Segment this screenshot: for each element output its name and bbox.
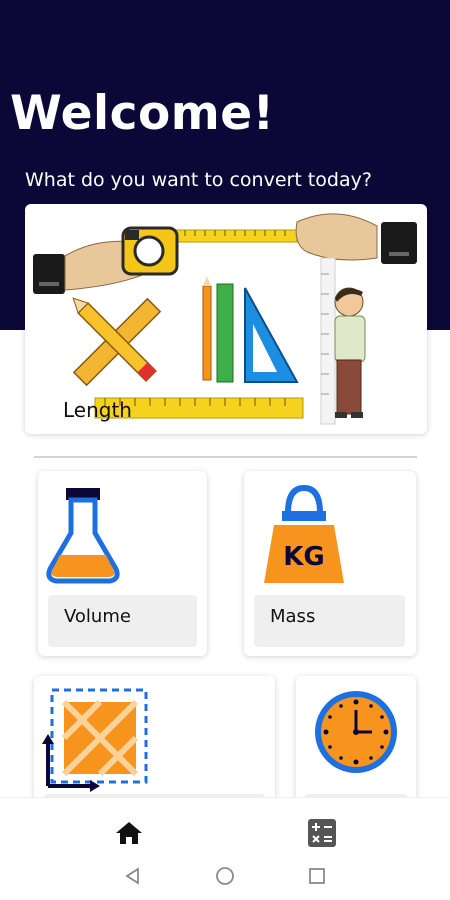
- system-back-button[interactable]: [118, 864, 148, 888]
- page-title: Welcome!: [10, 86, 275, 141]
- nav-calculator-button[interactable]: [302, 816, 342, 850]
- calculator-icon: [308, 819, 336, 847]
- category-label-length: Length: [63, 398, 132, 422]
- system-home-button[interactable]: [210, 864, 240, 888]
- category-card-time[interactable]: [296, 676, 416, 806]
- category-label-mass: Mass: [254, 595, 405, 647]
- nav-home-button[interactable]: [109, 816, 149, 850]
- area-icon: [42, 688, 148, 792]
- home-circle-icon: [216, 867, 234, 885]
- page-subtitle: What do you want to convert today?: [25, 169, 372, 191]
- divider: [34, 456, 417, 458]
- back-icon: [125, 867, 139, 885]
- category-card-area[interactable]: [34, 676, 275, 806]
- clock-icon: [315, 691, 397, 773]
- home-icon: [116, 822, 142, 844]
- category-card-mass[interactable]: KG Mass: [244, 471, 416, 656]
- svg-text:KG: KG: [283, 542, 325, 572]
- recents-icon: [309, 868, 325, 884]
- bottom-navigation: [0, 797, 450, 900]
- category-card-length[interactable]: Length: [25, 204, 427, 434]
- system-recents-button[interactable]: [302, 864, 332, 888]
- category-label-volume: Volume: [48, 595, 197, 647]
- category-card-volume[interactable]: Volume: [38, 471, 207, 656]
